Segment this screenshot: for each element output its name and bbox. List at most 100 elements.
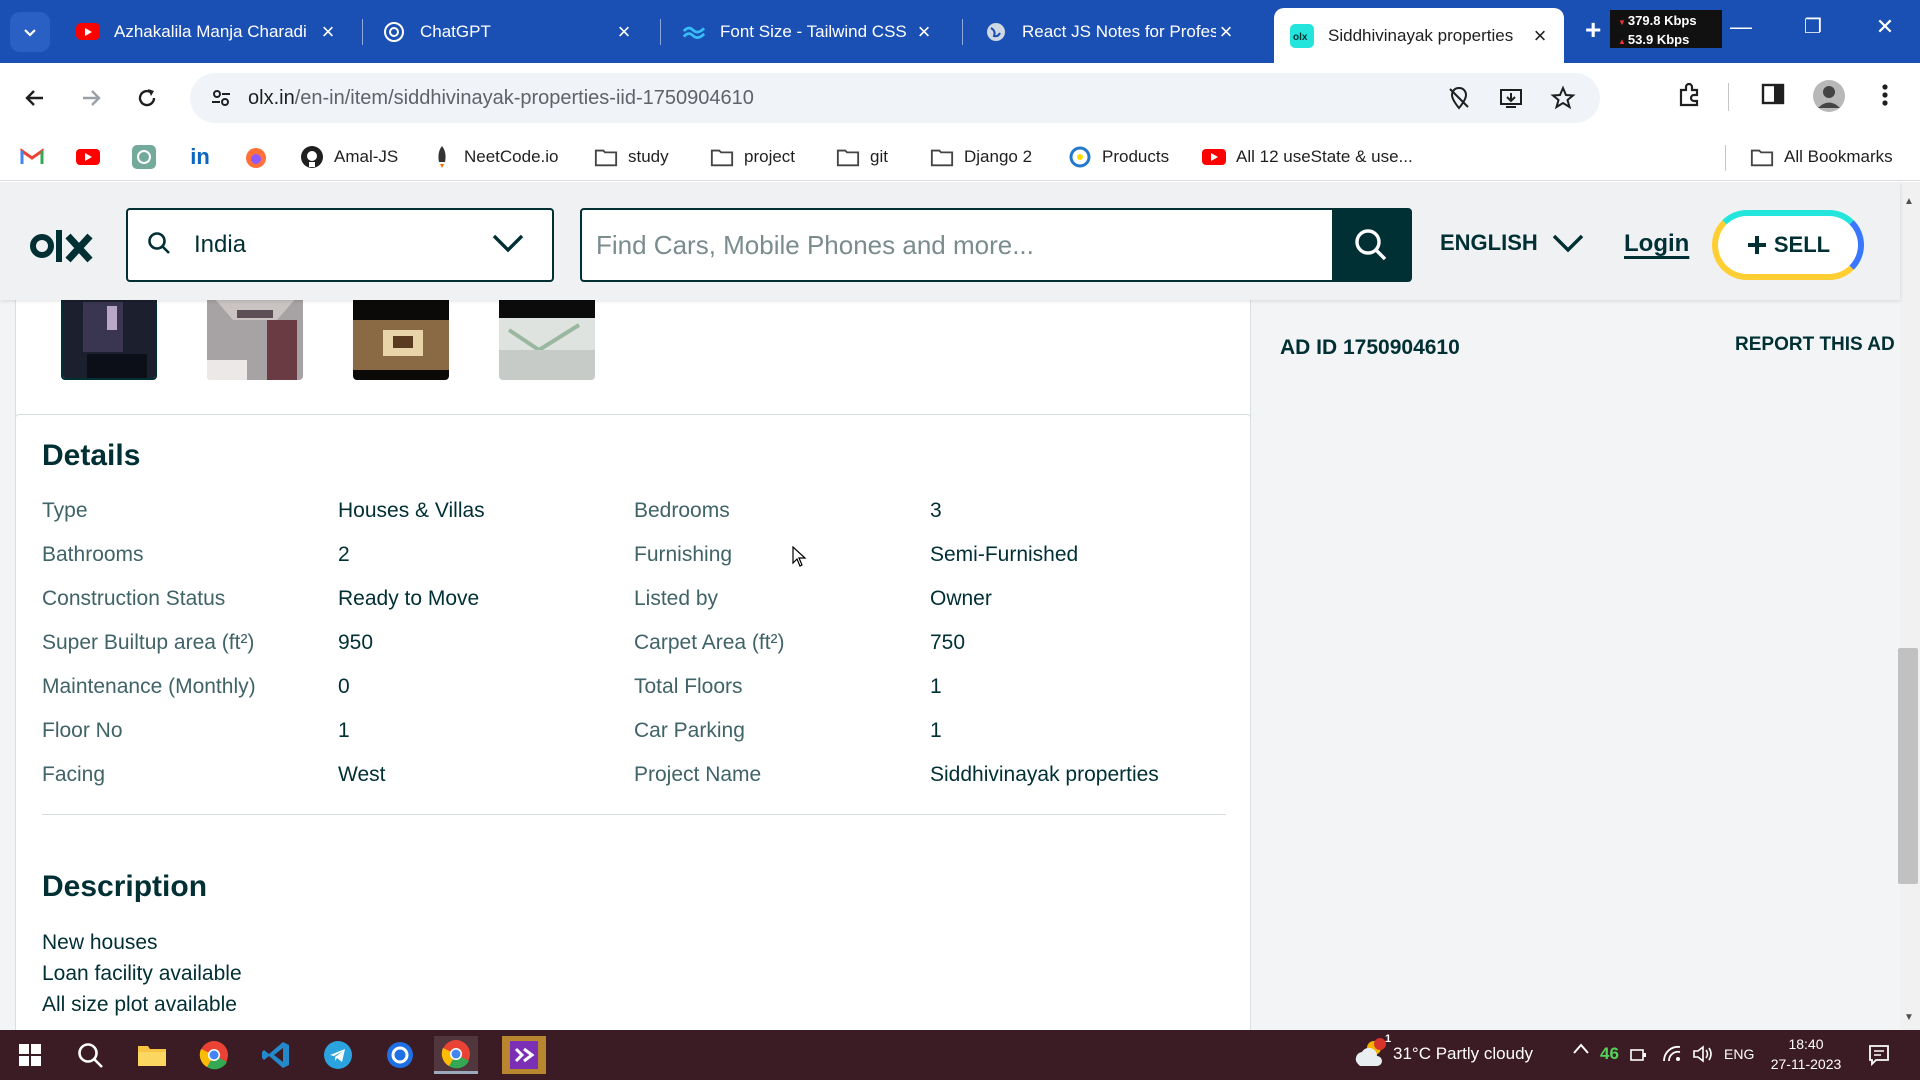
arrow-right-icon <box>83 90 101 106</box>
taskbar-visual-studio[interactable] <box>502 1036 546 1074</box>
detail-value: 3 <box>930 499 942 522</box>
taskbar-vscode[interactable] <box>254 1036 298 1074</box>
taskbar-chrome-active[interactable] <box>434 1036 478 1074</box>
taskbar-telegram[interactable] <box>316 1036 360 1074</box>
language-selector[interactable]: ENGLISH <box>1440 230 1584 256</box>
tab-youtube[interactable]: Azhakalila Manja Charadi × <box>60 8 352 55</box>
bookmark-folder-django[interactable]: Django 2 <box>930 145 1032 169</box>
chatgpt-icon <box>132 145 156 169</box>
bookmark-firefox[interactable] <box>244 145 278 169</box>
scroll-up-icon[interactable]: ▲ <box>1904 196 1914 207</box>
detail-key: Maintenance (Monthly) <box>42 675 256 698</box>
wifi-icon[interactable] <box>1662 1045 1682 1068</box>
weather-icon[interactable] <box>1352 1038 1386 1075</box>
location-selector[interactable]: India <box>126 208 554 282</box>
close-icon[interactable]: × <box>914 19 934 45</box>
report-ad-link[interactable]: REPORT THIS AD <box>1735 334 1895 356</box>
tab-search-button[interactable] <box>10 12 50 52</box>
bookmark-folder-study[interactable]: study <box>594 145 669 169</box>
menu-button[interactable] <box>1878 81 1892 114</box>
thumbnail-4[interactable] <box>499 290 595 380</box>
chevron-up-icon[interactable] <box>1572 1042 1590 1061</box>
bookmark-folder-git[interactable]: git <box>836 145 888 169</box>
search-input[interactable] <box>582 210 1332 280</box>
profile-avatar[interactable] <box>1812 79 1846 118</box>
olx-logo[interactable] <box>30 226 96 271</box>
taskbar-search[interactable] <box>68 1036 112 1074</box>
detail-row: Type Houses & Villas Bedrooms 3 <box>42 499 1226 535</box>
mouse-cursor-icon <box>792 546 807 567</box>
avatar-icon <box>1813 80 1845 112</box>
side-panel-button[interactable] <box>1760 81 1786 112</box>
language-label: ENGLISH <box>1440 230 1538 255</box>
extensions-button[interactable] <box>1676 81 1704 114</box>
sell-button[interactable]: SELL <box>1712 210 1864 280</box>
plus-icon <box>1747 236 1766 254</box>
install-app-icon[interactable] <box>1498 85 1524 111</box>
new-tab-button[interactable]: + <box>1585 14 1601 46</box>
sell-label: SELL <box>1773 232 1831 257</box>
scroll-down-icon[interactable]: ▼ <box>1904 1012 1914 1023</box>
tab-react-notes[interactable]: React JS Notes for Profes × <box>968 8 1250 55</box>
bookmark-products[interactable]: Products <box>1068 145 1169 169</box>
restore-button[interactable]: ❐ <box>1798 14 1828 39</box>
start-button[interactable] <box>8 1036 52 1074</box>
close-window-button[interactable]: ✕ <box>1870 14 1900 40</box>
volume-icon[interactable] <box>1692 1045 1714 1068</box>
reload-button[interactable] <box>128 79 166 117</box>
address-bar[interactable]: olx.in/en-in/item/siddhivinayak-properti… <box>190 73 1600 123</box>
bookmark-neetcode[interactable]: NeetCode.io <box>430 145 559 169</box>
ad-id: AD ID 1750904610 <box>1280 336 1460 359</box>
description-line: Loan facility available <box>42 962 242 985</box>
bookmark-folder-project[interactable]: project <box>710 145 795 169</box>
youtube-icon <box>76 145 100 169</box>
system-clock[interactable]: 18:40 27-11-2023 <box>1766 1034 1846 1074</box>
all-bookmarks-button[interactable]: All Bookmarks <box>1750 145 1893 169</box>
close-icon[interactable]: × <box>318 19 338 45</box>
taskbar-chrome[interactable] <box>192 1036 236 1074</box>
gmail-icon <box>20 145 44 169</box>
taskbar-file-explorer[interactable] <box>130 1036 174 1074</box>
taskbar-app[interactable] <box>378 1036 422 1074</box>
site-info-icon[interactable] <box>196 86 246 110</box>
tab-strip: Azhakalila Manja Charadi × ChatGPT × Fon… <box>0 0 1920 63</box>
bookmark-amal-js[interactable]: Amal-JS <box>300 145 398 169</box>
star-icon[interactable] <box>1550 85 1576 111</box>
search-icon <box>1355 229 1387 261</box>
bookmark-label: All Bookmarks <box>1784 147 1893 166</box>
firefox-icon <box>244 145 268 169</box>
close-icon[interactable]: × <box>1530 23 1550 49</box>
scrollbar-thumb[interactable] <box>1898 648 1918 884</box>
details-divider <box>42 814 1226 815</box>
tab-olx-active[interactable]: olx Siddhivinayak properties × <box>1274 8 1564 63</box>
battery-icon[interactable] <box>1630 1047 1648 1068</box>
page-scrollbar[interactable] <box>1900 182 1920 1030</box>
tab-tailwind[interactable]: Font Size - Tailwind CSS × <box>666 8 948 55</box>
tab-divider <box>362 19 363 45</box>
minimize-button[interactable]: — <box>1726 14 1756 40</box>
bookmark-linkedin[interactable]: in <box>188 144 222 169</box>
notifications-icon[interactable] <box>1868 1044 1890 1071</box>
close-icon[interactable]: × <box>614 19 634 45</box>
thumbnail-2[interactable] <box>207 290 303 380</box>
back-button[interactable] <box>16 79 54 117</box>
thumbnail-1[interactable] <box>61 290 157 380</box>
tab-divider <box>962 19 963 45</box>
thumbnail-3[interactable] <box>353 290 449 380</box>
search-button[interactable] <box>1332 210 1410 280</box>
forward-button[interactable] <box>72 79 110 117</box>
bookmark-youtube[interactable] <box>76 145 110 169</box>
bookmark-chatgpt[interactable] <box>132 145 166 169</box>
location-off-icon[interactable] <box>1446 85 1472 111</box>
details-heading: Details <box>42 439 141 472</box>
tab-chatgpt[interactable]: ChatGPT × <box>366 8 648 55</box>
url-path: /en-in/item/siddhivinayak-properties-iid… <box>294 86 754 109</box>
app-icon <box>387 1042 413 1068</box>
bookmark-usestate-video[interactable]: All 12 useState & use... <box>1202 145 1413 169</box>
weather-text[interactable]: 31°C Partly cloudy <box>1393 1044 1533 1064</box>
tab-label: Siddhivinayak properties <box>1328 25 1514 45</box>
close-icon[interactable]: × <box>1216 19 1236 45</box>
login-link[interactable]: Login <box>1624 230 1689 258</box>
input-language[interactable]: ENG <box>1724 1046 1754 1062</box>
bookmark-gmail[interactable] <box>20 145 54 169</box>
